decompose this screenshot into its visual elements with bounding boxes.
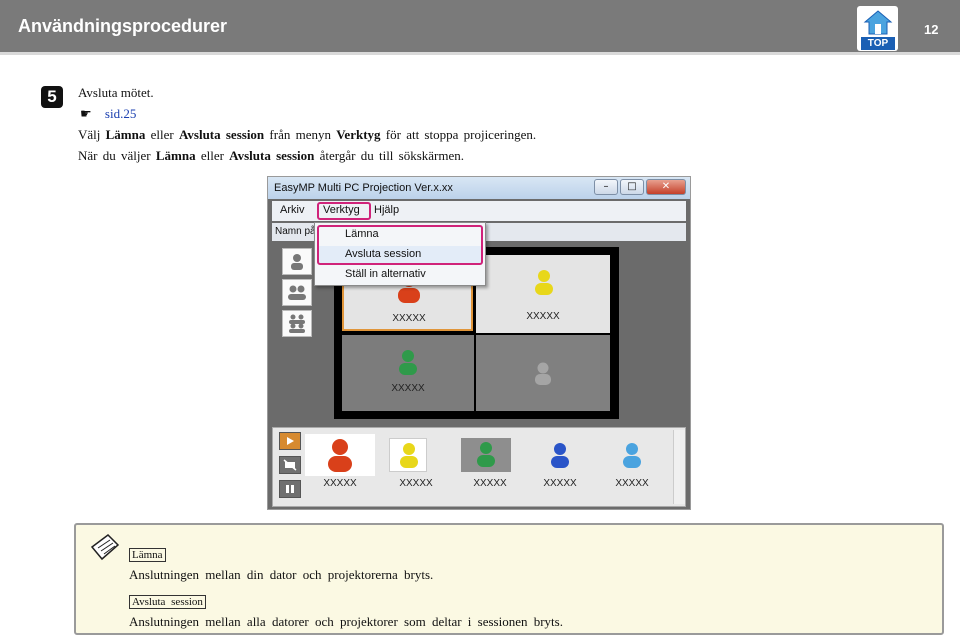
name-bar-label: Namn på — [275, 226, 316, 237]
menu-item-stall-in-alternativ[interactable]: Ställ in alternativ — [345, 268, 426, 280]
page-reference-link[interactable]: sid.25 — [105, 106, 136, 121]
close-button[interactable]: ✕ — [646, 179, 686, 195]
maximize-button[interactable]: □ — [620, 179, 644, 195]
participant-label: XXXXX — [399, 478, 433, 489]
top-label[interactable]: TOP — [861, 37, 895, 50]
step-number: 5 — [41, 86, 63, 108]
participant-label: XXXXX — [615, 478, 649, 489]
note-box: Lämna Anslutningen mellan din dator och … — [74, 523, 944, 635]
grid-cell-2[interactable]: XXXXX — [476, 255, 610, 333]
pointing-hand-icon: ☛ — [80, 106, 92, 121]
note-term-avsluta-session: Avsluta session — [129, 592, 206, 610]
play-icon — [287, 437, 294, 445]
participant-1[interactable] — [305, 434, 375, 476]
four-users-button[interactable] — [282, 310, 312, 337]
users-icon — [288, 285, 306, 300]
step-line-1: Välj Lämna eller Avsluta session från me… — [78, 127, 537, 142]
window-title: EasyMP Multi PC Projection Ver.x.xx — [274, 182, 453, 194]
page-reference: ☛ sid.25 — [80, 105, 136, 123]
user-icon — [291, 254, 303, 270]
participant-3[interactable] — [461, 438, 511, 472]
two-users-button[interactable] — [282, 279, 312, 306]
grid-cell-3[interactable]: XXXXX — [342, 335, 474, 411]
note-term-lamna: Lämna — [129, 545, 166, 563]
dropdown-highlight — [317, 225, 483, 265]
participant-label: XXXXX — [473, 478, 507, 489]
user-empty-icon — [535, 362, 551, 385]
app-window: EasyMP Multi PC Projection Ver.x.xx – □ … — [267, 176, 691, 510]
grid-cell-label: XXXXX — [391, 383, 425, 394]
grid-cell-label: XXXXX — [392, 313, 426, 324]
step-line-2: När du väljer Lämna eller Avsluta sessio… — [78, 148, 465, 163]
participant-2[interactable] — [389, 438, 427, 472]
single-user-button[interactable] — [282, 248, 312, 275]
pause-icon — [286, 485, 294, 493]
page-title: Användningsprocedurer — [18, 16, 228, 36]
note-text-lamna: Anslutningen mellan din dator och projek… — [129, 567, 434, 582]
step-instruction: Avsluta mötet. — [78, 85, 154, 100]
user-green-icon — [477, 442, 495, 467]
user-lightblue-icon[interactable] — [621, 442, 643, 470]
user-blue-icon[interactable] — [549, 442, 571, 470]
play-button[interactable] — [279, 432, 301, 450]
group-icon — [289, 314, 305, 333]
note-pad-icon — [90, 534, 120, 561]
user-yellow-icon — [535, 270, 553, 295]
mute-button[interactable] — [279, 456, 301, 474]
menu-arkiv[interactable]: Arkiv — [280, 204, 304, 216]
mute-icon — [283, 459, 297, 471]
tools-dropdown-menu: Lämna Avsluta session Ställ in alternati… — [314, 222, 486, 286]
participant-label: XXXXX — [323, 478, 357, 489]
pause-button[interactable] — [279, 480, 301, 498]
home-icon — [863, 10, 893, 35]
menu-bar: Arkiv Verktyg Hjälp — [272, 201, 686, 221]
menu-highlight — [317, 202, 371, 220]
menu-hjalp[interactable]: Hjälp — [374, 204, 399, 216]
user-red-icon — [328, 439, 352, 472]
user-yellow-icon — [400, 443, 418, 468]
participant-scrollbar[interactable] — [673, 430, 685, 504]
grid-cell-label: XXXXX — [526, 311, 560, 322]
participant-strip: XXXXX XXXXX XXXXX XXXXX XXXXX — [272, 427, 686, 507]
user-green-icon — [399, 350, 417, 375]
note-text-avsluta-session: Anslutningen mellan alla datorer och pro… — [129, 614, 563, 629]
participant-label: XXXXX — [543, 478, 577, 489]
grid-cell-4[interactable] — [476, 335, 610, 411]
minimize-button[interactable]: – — [594, 179, 618, 195]
page-number: 12 — [924, 22, 939, 37]
